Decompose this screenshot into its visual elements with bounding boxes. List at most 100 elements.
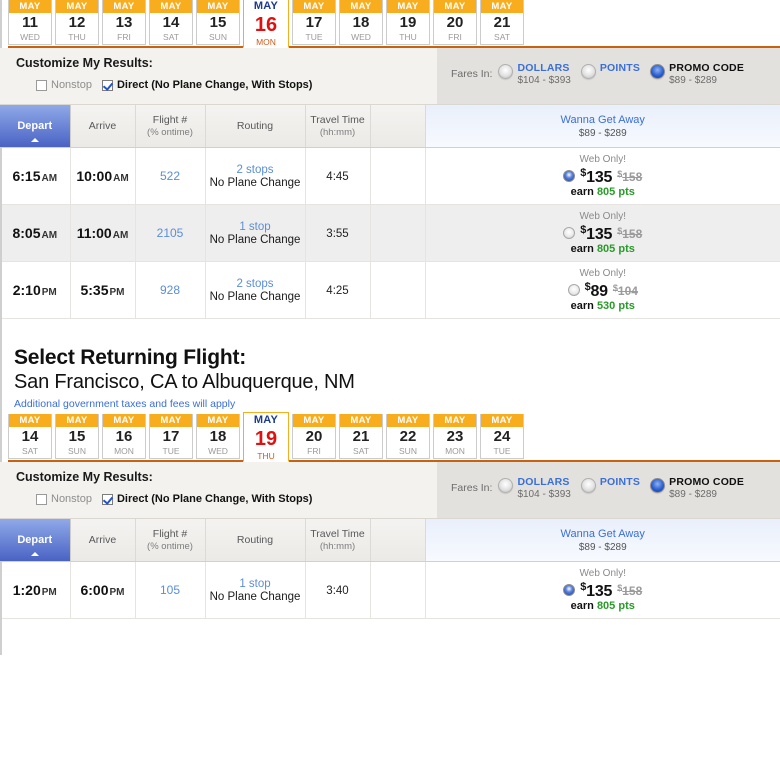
returning-date-cell-24[interactable]: MAY 24 TUE xyxy=(480,414,524,459)
arrive-time: 6:00PM xyxy=(80,582,125,598)
date-weekday-label: TUE xyxy=(305,32,323,42)
returning-column-header-arrive[interactable]: Arrive xyxy=(70,519,136,562)
outbound-date-cell-13[interactable]: MAY 13 FRI xyxy=(102,0,146,45)
fare-option-name[interactable]: PROMO CODE xyxy=(669,62,744,74)
radio-button-icon[interactable] xyxy=(650,478,666,493)
earn-points-value: 530 pts xyxy=(596,300,635,312)
returning-date-cell-14[interactable]: MAY 14 SAT xyxy=(8,414,52,459)
returning-date-cell-19[interactable]: MAY 19 THU xyxy=(243,412,289,462)
outbound-date-cell-19[interactable]: MAY 19 THU xyxy=(386,0,430,45)
fare-select-radio[interactable] xyxy=(563,226,576,239)
outbound-date-cell-18[interactable]: MAY 18 WED xyxy=(339,0,383,45)
returning-fare-option-promo-code[interactable]: PROMO CODE $89 - $289 xyxy=(650,476,744,501)
outbound-fare-option-points[interactable]: POINTS xyxy=(580,62,640,79)
radio-button-icon[interactable] xyxy=(580,478,596,493)
outbound-fare-option-dollars[interactable]: DOLLARS $104 - $393 xyxy=(498,62,571,87)
returning-fare-option-dollars[interactable]: DOLLARS $104 - $393 xyxy=(498,476,571,501)
direct-checkbox[interactable] xyxy=(101,79,113,91)
table-row[interactable]: 6:15AM 10:00AM 522 2 stops No Plane Change 4:… xyxy=(0,147,780,205)
direct-label: Direct (No Plane Change, With Stops) xyxy=(116,79,313,91)
date-month-label: MAY xyxy=(481,414,523,427)
depart-time-cell: 8:05AM xyxy=(0,204,71,262)
returning-column-header-travel-time[interactable]: Travel Time (hh:mm) xyxy=(305,519,371,562)
outbound-date-cell-15[interactable]: MAY 15 SUN xyxy=(196,0,240,45)
returning-date-cell-20[interactable]: MAY 20 FRI xyxy=(292,414,336,459)
returning-column-header-depart[interactable]: Depart xyxy=(0,519,71,562)
flight-number-link[interactable]: 2105 xyxy=(157,226,184,240)
spacer-cell xyxy=(370,561,426,619)
stops-link[interactable]: 2 stops xyxy=(207,164,304,176)
date-weekday-label: SUN xyxy=(399,446,417,456)
fare-select-radio[interactable] xyxy=(563,169,576,182)
flight-number-link[interactable]: 105 xyxy=(160,583,180,597)
date-month-label: MAY xyxy=(387,0,429,13)
outbound-fare-option-promo-code[interactable]: PROMO CODE $89 - $289 xyxy=(650,62,744,87)
returning-fare-option-points[interactable]: POINTS xyxy=(580,476,640,493)
fare-option-range: $89 - $289 xyxy=(669,489,717,500)
returning-date-cell-21[interactable]: MAY 21 SAT xyxy=(339,414,383,459)
date-day-number: 14 xyxy=(21,428,39,445)
table-row[interactable]: 2:10PM 5:35PM 928 2 stops No Plane Change 4:2… xyxy=(0,261,780,319)
returning-date-cell-18[interactable]: MAY 18 WED xyxy=(196,414,240,459)
radio-button-icon[interactable] xyxy=(498,64,514,79)
returning-date-cell-22[interactable]: MAY 22 SUN xyxy=(386,414,430,459)
outbound-date-strip: MAY 11 WED MAY 12 THU MAY 13 FRI MAY 14 SAT MAY 15 SUN… xyxy=(0,0,780,48)
column-header-routing[interactable]: Routing xyxy=(205,105,306,148)
nonstop-checkbox-option[interactable]: Nonstop xyxy=(36,79,92,91)
stops-link[interactable]: 1 stop xyxy=(207,221,304,233)
returning-date-cell-15[interactable]: MAY 15 SUN xyxy=(55,414,99,459)
returning-direct-checkbox[interactable] xyxy=(101,493,113,505)
returning-column-header-flight-number[interactable]: Flight # (% ontime) xyxy=(135,519,206,562)
returning-column-header-fare-class[interactable]: Wanna Get Away $89 - $289 xyxy=(425,519,780,562)
column-header-travel-time[interactable]: Travel Time (hh:mm) xyxy=(305,105,371,148)
spacer-cell xyxy=(370,204,426,262)
outbound-date-cell-14[interactable]: MAY 14 SAT xyxy=(149,0,193,45)
fare-select-radio[interactable] xyxy=(563,583,576,596)
outbound-date-cell-11[interactable]: MAY 11 WED xyxy=(8,0,52,45)
fare-option-name[interactable]: PROMO CODE xyxy=(669,476,744,488)
stops-link[interactable]: 2 stops xyxy=(207,278,304,290)
customize-title: Customize My Results: xyxy=(16,56,153,70)
returning-column-header-routing[interactable]: Routing xyxy=(205,519,306,562)
outbound-date-cell-16[interactable]: MAY 16 MON xyxy=(243,0,289,48)
returning-date-cell-16[interactable]: MAY 16 MON xyxy=(102,414,146,459)
date-weekday-label: SAT xyxy=(163,32,179,42)
returning-nonstop-checkbox-option[interactable]: Nonstop xyxy=(36,493,92,505)
nonstop-checkbox[interactable] xyxy=(36,79,47,91)
returning-direct-checkbox-option[interactable]: Direct (No Plane Change, With Stops) xyxy=(101,493,312,505)
fare-select-radio[interactable] xyxy=(567,283,580,296)
table-row[interactable]: 8:05AM 11:00AM 2105 1 stop No Plane Change 3:… xyxy=(0,204,780,262)
outbound-flight-rows: 6:15AM 10:00AM 522 2 stops No Plane Change 4:… xyxy=(0,147,780,319)
returning-date-cell-17[interactable]: MAY 17 TUE xyxy=(149,414,193,459)
direct-checkbox-option[interactable]: Direct (No Plane Change, With Stops) xyxy=(101,79,313,91)
table-header-row: Depart Arrive Flight # (% ontime) Routin… xyxy=(0,105,780,148)
returning-nonstop-checkbox[interactable] xyxy=(36,493,47,505)
fare-option-name[interactable]: DOLLARS xyxy=(517,62,570,74)
column-header-arrive[interactable]: Arrive xyxy=(70,105,136,148)
earn-points-label: earn 805 pts xyxy=(570,243,635,255)
column-header-flight-number[interactable]: Flight # (% ontime) xyxy=(135,105,206,148)
date-day-number: 14 xyxy=(162,14,180,31)
radio-button-icon[interactable] xyxy=(650,64,666,79)
flight-number-link[interactable]: 928 xyxy=(160,283,180,297)
column-header-fare-class[interactable]: Wanna Get Away $89 - $289 xyxy=(425,105,780,148)
fare-option-name[interactable]: POINTS xyxy=(600,62,640,74)
fare-option-name[interactable]: POINTS xyxy=(600,476,640,488)
returning-date-cell-23[interactable]: MAY 23 MON xyxy=(433,414,477,459)
radio-button-icon[interactable] xyxy=(580,64,596,79)
table-row[interactable]: 1:20PM 6:00PM 105 1 stop No Plane Change 3:40… xyxy=(0,561,780,619)
stops-link[interactable]: 1 stop xyxy=(207,578,304,590)
date-weekday-label: SAT xyxy=(494,32,510,42)
fare-option-name[interactable]: DOLLARS xyxy=(517,476,570,488)
outbound-date-cell-17[interactable]: MAY 17 TUE xyxy=(292,0,336,45)
fare-option-label-group: POINTS xyxy=(600,62,640,74)
date-month-label: MAY xyxy=(340,0,382,13)
outbound-date-cell-20[interactable]: MAY 20 FRI xyxy=(433,0,477,45)
column-header-depart[interactable]: Depart xyxy=(0,105,71,148)
outbound-date-cell-12[interactable]: MAY 12 THU xyxy=(55,0,99,45)
outbound-date-cell-21[interactable]: MAY 21 SAT xyxy=(480,0,524,45)
date-month-label: MAY xyxy=(103,0,145,13)
radio-button-icon[interactable] xyxy=(498,478,514,493)
flight-number-link[interactable]: 522 xyxy=(160,169,180,183)
returning-column-header-spacer xyxy=(370,519,426,562)
